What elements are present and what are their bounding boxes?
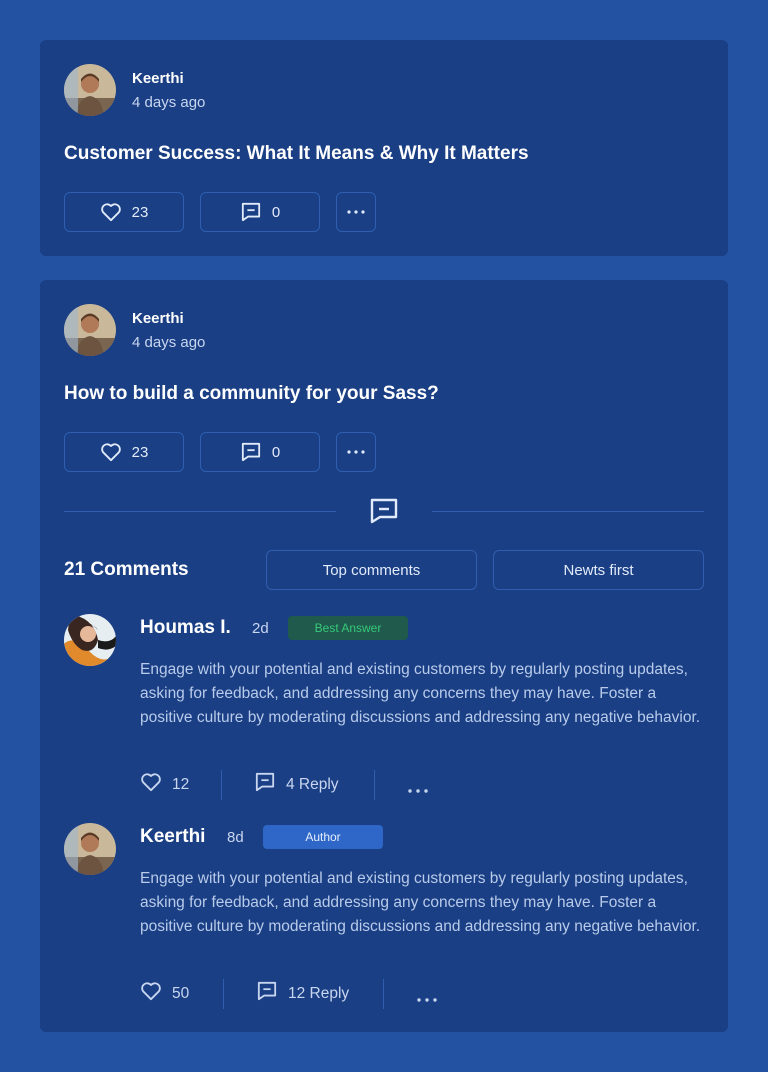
comment-author[interactable]: Houmas I. [140,617,231,639]
sort-top-comments-button[interactable]: Top comments [266,550,477,590]
post-timestamp: 4 days ago [132,94,206,111]
comment-icon [240,202,262,222]
comment-icon [256,981,278,1006]
like-button[interactable]: 23 [64,432,184,472]
action-separator [223,979,224,1009]
post-author[interactable]: Keerthi [132,310,184,327]
best-answer-badge: Best Answer [288,616,408,640]
comment-button[interactable]: 0 [200,192,320,232]
more-options-button[interactable] [336,432,376,472]
comments-count: 21 Comments [64,559,189,580]
sort-newest-first-button[interactable]: Newts first [493,550,704,590]
comment-author[interactable]: Keerthi [140,826,205,848]
like-count: 23 [131,203,149,221]
avatar[interactable] [64,614,116,666]
more-horizontal-icon [347,210,365,214]
more-options-button[interactable] [336,192,376,232]
reply-button[interactable]: 4 Reply [254,772,339,797]
comment-like-button[interactable]: 12 [140,772,189,797]
comment-timestamp: 2d [252,620,269,637]
avatar[interactable] [64,823,116,875]
heart-icon [100,442,122,462]
comment-icon [368,497,400,525]
comment-like-count: 50 [172,984,190,1002]
action-separator [221,770,222,800]
divider [432,511,704,512]
author-badge: Author [263,825,383,849]
reply-count: 12 Reply [288,984,350,1002]
comment-timestamp: 8d [227,829,244,846]
post-timestamp: 4 days ago [132,334,206,351]
heart-icon [100,202,122,222]
comment-icon [254,772,276,797]
action-separator [374,770,375,800]
more-horizontal-icon [417,989,437,1007]
comment-body: Engage with your potential and existing … [140,661,701,726]
comment-body: Engage with your potential and existing … [140,870,701,935]
comment-count: 0 [271,443,281,461]
post-card: Keerthi 4 days ago How to build a commun… [40,280,728,1032]
avatar[interactable] [64,64,116,116]
divider [64,511,336,512]
more-options-button[interactable] [417,989,437,1007]
heart-icon [140,981,162,1006]
post-title[interactable]: How to build a community for your Sass? [64,383,439,405]
reply-button[interactable]: 12 Reply [256,981,349,1006]
avatar[interactable] [64,304,116,356]
like-count: 23 [131,443,149,461]
post-title[interactable]: Customer Success: What It Means & Why It… [64,143,529,165]
like-button[interactable]: 23 [64,192,184,232]
comment-count: 0 [271,203,281,221]
comment-like-count: 12 [172,775,190,793]
more-options-button[interactable] [408,780,428,798]
comment-icon [240,442,262,462]
more-horizontal-icon [347,450,365,454]
action-separator [383,979,384,1009]
heart-icon [140,772,162,797]
post-author[interactable]: Keerthi [132,70,184,87]
comment-button[interactable]: 0 [200,432,320,472]
reply-count: 4 Reply [286,775,339,793]
comment-like-button[interactable]: 50 [140,981,189,1006]
post-card: Keerthi 4 days ago Customer Success: Wha… [40,40,728,256]
more-horizontal-icon [408,780,428,798]
